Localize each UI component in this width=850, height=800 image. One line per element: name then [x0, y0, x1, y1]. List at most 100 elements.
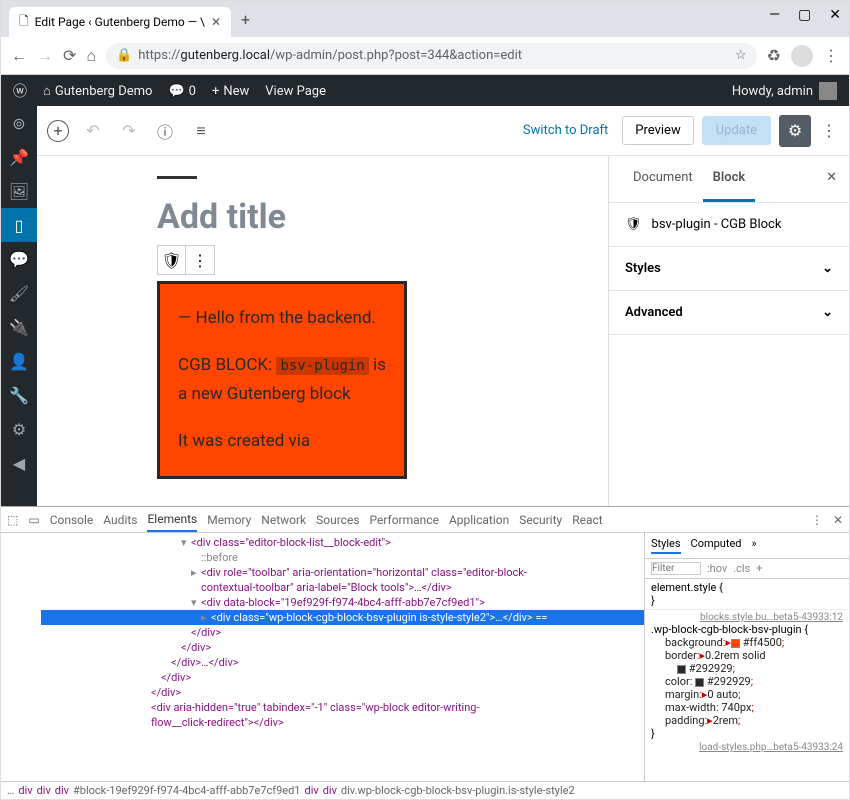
- users-icon[interactable]: 👤: [1, 344, 37, 378]
- editor-canvas[interactable]: Add title 🛡 ⋮ — Hello from the backend. …: [37, 156, 609, 506]
- plugins-icon[interactable]: 🔌: [1, 310, 37, 344]
- devtools-tab[interactable]: Performance: [370, 513, 439, 527]
- chrome-urlbar: ← → ⟳ ⌂ 🔒 https://gutenberg.local/wp-adm…: [1, 37, 849, 75]
- add-block-button[interactable]: +: [47, 120, 69, 142]
- update-button[interactable]: Update: [702, 116, 771, 145]
- devtools-tab[interactable]: Audits: [103, 513, 137, 527]
- devtools-tab[interactable]: Elements: [147, 512, 197, 532]
- browser-tab[interactable]: 🗋 Edit Page ‹ Gutenberg Demo — \ ✕: [9, 7, 231, 37]
- panel-advanced[interactable]: Advanced⌄: [609, 291, 849, 335]
- devtools-tabs: ⬚ ▭ Console Audits Elements Memory Netwo…: [1, 507, 849, 533]
- recycle-icon[interactable]: ♻: [767, 46, 781, 65]
- reload-icon[interactable]: ⟳: [63, 46, 76, 65]
- dom-tree[interactable]: ▾<div class="editor-block-list__block-ed…: [1, 533, 644, 781]
- devtools-close-icon[interactable]: ✕: [833, 513, 843, 527]
- shield-icon[interactable]: 🛡: [158, 246, 186, 274]
- block-text: It was created via: [178, 427, 386, 456]
- home-icon[interactable]: ⌂: [86, 46, 96, 66]
- devtools-tab[interactable]: Memory: [207, 513, 251, 527]
- url-host: https://gutenberg.local/wp-admin/post.ph…: [138, 48, 522, 63]
- tab-block[interactable]: Block: [703, 156, 756, 202]
- block-more-icon[interactable]: ⋮: [186, 246, 214, 274]
- block-identity: 🛡 bsv-plugin - CGB Block: [609, 203, 849, 247]
- rule-source[interactable]: blocks.style.bu…beta5-43933:12: [651, 612, 843, 623]
- devtools-tab[interactable]: Console: [50, 513, 94, 527]
- minimize-icon[interactable]: —: [769, 7, 780, 23]
- chevron-down-icon: ⌄: [822, 305, 833, 320]
- add-rule-icon[interactable]: +: [756, 562, 762, 575]
- dom-breadcrumbs[interactable]: … div div div #block-19ef929f-f974-4bc4-…: [1, 781, 849, 799]
- cgb-block[interactable]: — Hello from the backend. CGB BLOCK: bsv…: [157, 281, 407, 479]
- selected-node[interactable]: ▸<div class="wp-block-cgb-block-bsv-plug…: [41, 610, 644, 625]
- chevron-down-icon: ⌄: [822, 261, 833, 276]
- computed-tab[interactable]: Computed: [691, 537, 742, 554]
- dashboard-icon[interactable]: ⊚: [1, 106, 37, 140]
- outline-button[interactable]: ≡: [189, 119, 213, 143]
- block-text: — Hello from the backend.: [178, 304, 386, 333]
- new-link[interactable]: +New: [212, 84, 249, 99]
- block-name: bsv-plugin - CGB Block: [652, 217, 782, 232]
- settings-gear-button[interactable]: ⚙: [779, 115, 811, 147]
- style-filter-input[interactable]: [651, 562, 701, 575]
- forward-icon[interactable]: →: [37, 46, 53, 66]
- comments-link[interactable]: 💬0: [168, 84, 196, 99]
- collapse-icon[interactable]: ◀: [1, 446, 37, 480]
- more-tabs-icon[interactable]: »: [752, 537, 757, 554]
- page-icon: 🗋: [19, 12, 29, 33]
- title-input[interactable]: Add title: [157, 197, 568, 237]
- devtools-more-icon[interactable]: ⋮: [811, 513, 823, 527]
- devtools-tab[interactable]: Sources: [316, 513, 359, 527]
- settings-sidebar: Document Block ✕ 🛡 bsv-plugin - CGB Bloc…: [609, 156, 849, 506]
- media-icon[interactable]: 🖼: [1, 174, 37, 208]
- rule-source[interactable]: load-styles.php…beta5-43933:24: [651, 742, 843, 753]
- url-input[interactable]: 🔒 https://gutenberg.local/wp-admin/post.…: [106, 43, 757, 69]
- info-button[interactable]: ⓘ: [153, 119, 177, 143]
- back-icon[interactable]: ←: [11, 46, 27, 66]
- menu-icon[interactable]: ⋮: [823, 46, 839, 65]
- site-link[interactable]: ⌂Gutenberg Demo: [43, 83, 152, 99]
- inspect-icon[interactable]: ⬚: [7, 513, 18, 527]
- devtools-panel: ⬚ ▭ Console Audits Elements Memory Netwo…: [1, 506, 849, 799]
- divider: [157, 176, 197, 179]
- appearance-icon[interactable]: 🖌: [1, 276, 37, 310]
- close-sidebar-icon[interactable]: ✕: [826, 170, 837, 185]
- comments-icon[interactable]: 💬: [1, 242, 37, 276]
- more-button[interactable]: ⋮: [819, 121, 839, 140]
- devtools-tab[interactable]: Security: [519, 513, 562, 527]
- switch-to-draft-link[interactable]: Switch to Draft: [523, 123, 608, 138]
- wp-admin-sidebar: ⊚ 📌 🖼 ▯ 💬 🖌 🔌 👤 🔧 ⚙ ◀: [1, 106, 37, 506]
- shield-icon: 🛡: [625, 217, 642, 232]
- howdy-text[interactable]: Howdy, admin: [732, 84, 813, 99]
- styles-panel: Styles Computed » :hov .cls + element.st…: [644, 533, 849, 781]
- settings-icon[interactable]: ⚙: [1, 412, 37, 446]
- styles-tab[interactable]: Styles: [651, 537, 681, 554]
- maximize-icon[interactable]: ▢: [798, 7, 811, 23]
- hov-toggle[interactable]: :hov: [707, 562, 727, 575]
- view-page-link[interactable]: View Page: [265, 84, 326, 99]
- avatar[interactable]: [819, 82, 837, 100]
- device-icon[interactable]: ▭: [28, 513, 39, 527]
- close-window-icon[interactable]: ✕: [829, 7, 841, 23]
- pin-icon[interactable]: 📌: [1, 140, 37, 174]
- block-text: CGB BLOCK: bsv-plugin is a new Gutenberg…: [178, 351, 386, 409]
- chrome-titlebar: 🗋 Edit Page ‹ Gutenberg Demo — \ ✕ + — ▢…: [1, 1, 849, 37]
- undo-button[interactable]: ↶: [81, 119, 105, 143]
- cls-toggle[interactable]: .cls: [733, 562, 750, 575]
- redo-button[interactable]: ↷: [117, 119, 141, 143]
- panel-styles[interactable]: Styles⌄: [609, 247, 849, 291]
- preview-button[interactable]: Preview: [622, 116, 693, 145]
- editor-toolbar: + ↶ ↷ ⓘ ≡ Switch to Draft Preview Update…: [37, 106, 849, 156]
- pages-icon[interactable]: ▯: [1, 208, 37, 242]
- wp-admin-bar: ⓦ ⌂Gutenberg Demo 💬0 +New View Page Howd…: [1, 75, 849, 107]
- profile-icon[interactable]: [791, 45, 813, 67]
- wordpress-icon[interactable]: ⓦ: [13, 81, 27, 101]
- devtools-tab[interactable]: Application: [449, 513, 509, 527]
- tab-document[interactable]: Document: [623, 156, 703, 202]
- tools-icon[interactable]: 🔧: [1, 378, 37, 412]
- star-icon[interactable]: ☆: [735, 48, 747, 63]
- devtools-tab[interactable]: Network: [261, 513, 306, 527]
- lock-icon: 🔒: [116, 48, 132, 63]
- devtools-tab[interactable]: React: [572, 513, 603, 527]
- close-tab-icon[interactable]: ✕: [211, 15, 221, 29]
- new-tab-button[interactable]: +: [231, 10, 260, 29]
